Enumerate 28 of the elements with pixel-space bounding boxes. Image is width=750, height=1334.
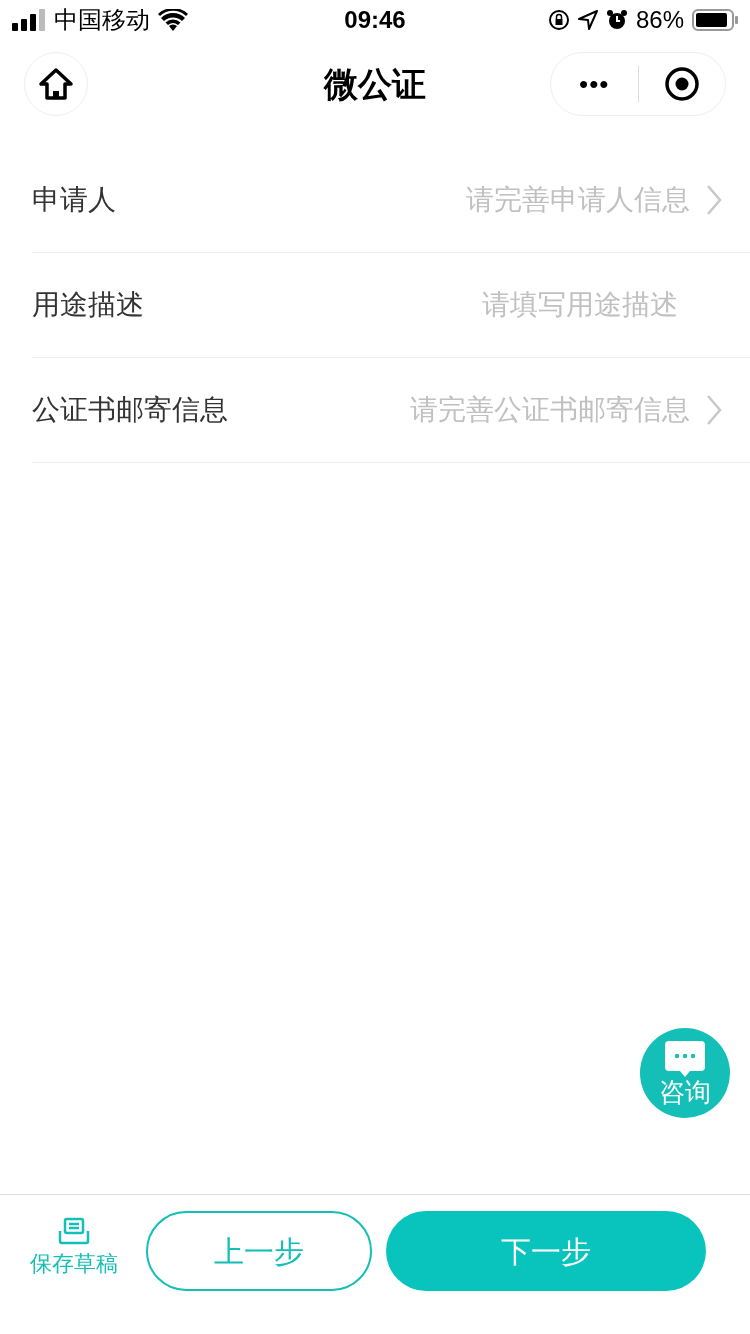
more-button[interactable]: ••• [551,71,638,97]
next-step-button[interactable]: 下一步 [386,1211,706,1291]
inbox-tray-icon [58,1217,90,1245]
alarm-clock-icon [605,9,628,31]
field-label: 申请人 [32,183,116,217]
chat-bubble-icon [665,1041,705,1077]
field-label: 公证书邮寄信息 [32,393,228,427]
status-time: 09:46 [344,5,406,35]
field-label: 用途描述 [32,288,144,322]
consult-button[interactable]: 咨询 [640,1028,730,1118]
battery-percent: 86% [635,5,684,35]
target-icon [663,66,700,102]
location-arrow-icon [577,10,598,30]
page-title: 微公证 [324,63,426,105]
rotation-lock-icon [547,9,570,31]
chevron-right-icon [706,184,722,216]
wifi-icon [158,9,188,31]
battery-icon [692,9,738,31]
previous-step-button[interactable]: 上一步 [146,1211,372,1291]
save-draft-button[interactable]: 保存草稿 [30,1211,118,1280]
consult-label: 咨询 [659,1079,711,1105]
chevron-right-icon [706,394,722,426]
input-field[interactable]: 请填写用途描述 [318,284,678,326]
home-icon [38,67,74,101]
field-link[interactable]: 请完善申请人信息 [466,179,722,221]
carrier-name: 中国移动 [54,5,150,35]
signal-icon [12,9,46,31]
field-link[interactable]: 请完善公证书邮寄信息 [410,389,722,431]
